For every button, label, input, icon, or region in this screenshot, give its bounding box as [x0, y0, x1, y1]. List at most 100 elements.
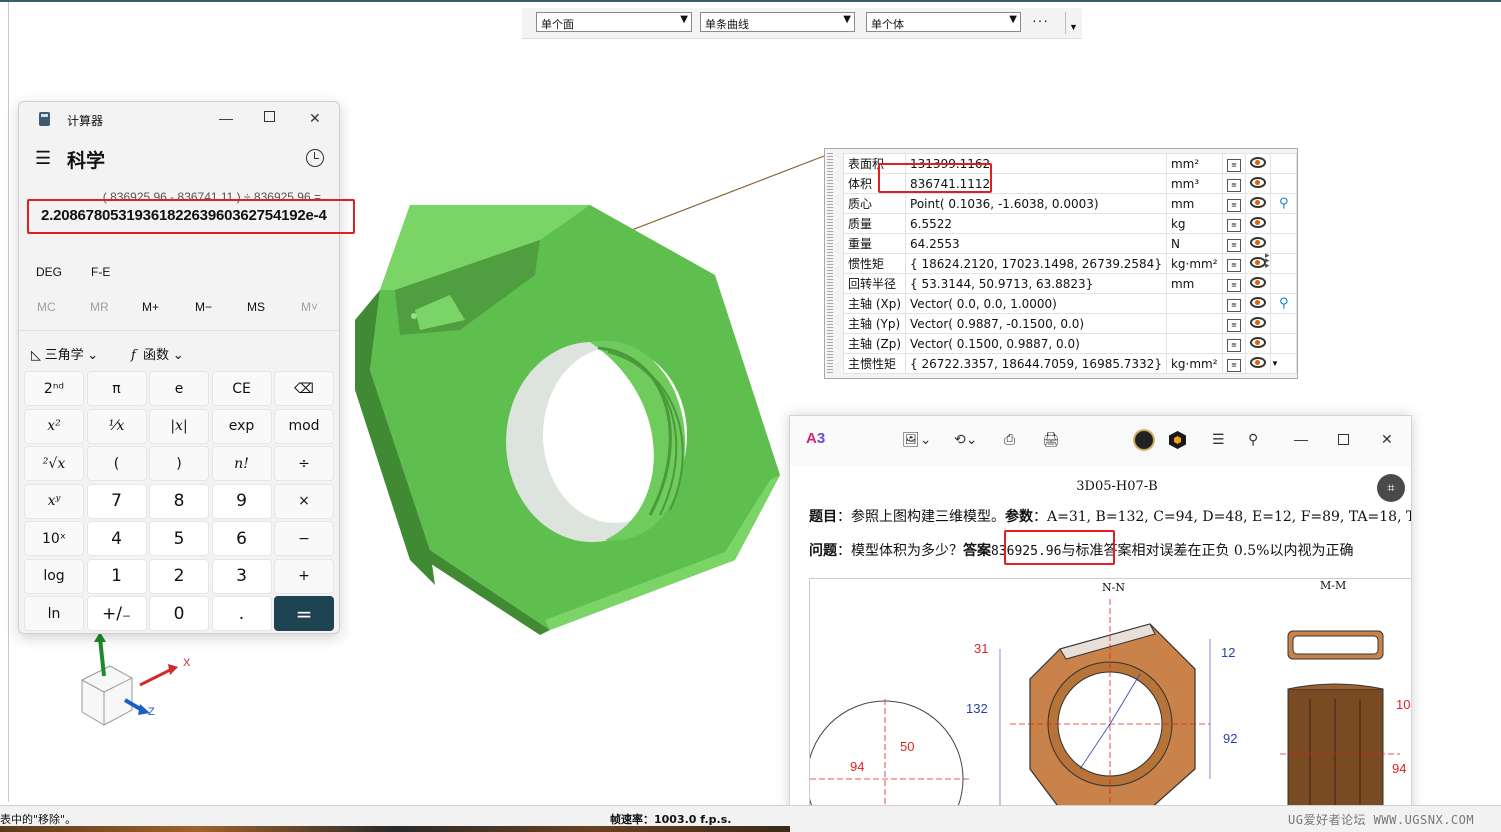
more-options-button[interactable]: ···	[1032, 12, 1049, 28]
maximize-icon[interactable]	[264, 111, 275, 122]
copy-icon[interactable]: ≡	[1227, 318, 1241, 332]
maximize-icon[interactable]	[1338, 434, 1349, 445]
visibility-icon[interactable]	[1250, 296, 1267, 308]
toolbar-overflow-icon[interactable]: ▼	[1069, 22, 1078, 32]
visibility-icon[interactable]	[1250, 316, 1267, 328]
copy-icon[interactable]: ≡	[1227, 278, 1241, 292]
curve-filter-select[interactable]: 单条曲线 ▼	[700, 12, 855, 32]
calculator-titlebar[interactable]: 计算器 — ✕	[19, 102, 339, 136]
calc-key[interactable]: 1	[86, 558, 147, 594]
property-row[interactable]: 质量 6.5522 kg ≡	[842, 213, 1297, 234]
calc-key[interactable]: log	[24, 558, 84, 594]
image-tool-icon[interactable]: 🖼⌄	[902, 431, 932, 448]
hex-nut-model[interactable]	[340, 180, 800, 640]
copy-icon[interactable]: ≡	[1227, 218, 1241, 232]
show-axis-icon[interactable]: ⚲	[1279, 196, 1289, 211]
scan-icon[interactable]: ⌗	[1377, 474, 1405, 502]
property-row[interactable]: 主轴 (Zp) Vector( 0.1500, 0.9887, 0.0) ≡	[842, 333, 1297, 354]
copy-icon[interactable]: ≡	[1227, 158, 1241, 172]
copy-icon[interactable]: ≡	[1227, 198, 1241, 212]
body-filter-select[interactable]: 单个体 ▼	[866, 12, 1021, 32]
calc-key[interactable]: CE	[211, 371, 272, 406]
printer-settings-icon[interactable]: 🖨	[1042, 431, 1060, 448]
visibility-icon[interactable]	[1250, 216, 1267, 228]
memory-recall-button[interactable]: MR	[90, 300, 109, 314]
calc-key[interactable]: e	[149, 371, 209, 406]
calc-key[interactable]: mod	[274, 408, 334, 444]
memory-list-button[interactable]: M˅	[301, 300, 318, 314]
show-axis-icon[interactable]: ⚲	[1279, 296, 1289, 311]
calc-key[interactable]: ⌫	[274, 371, 334, 406]
memory-clear-button[interactable]: MC	[37, 300, 56, 314]
calc-key[interactable]: xʸ	[24, 483, 84, 519]
calc-key[interactable]: π	[86, 371, 147, 406]
calc-key[interactable]: 8	[149, 483, 209, 519]
calc-key[interactable]: +	[274, 558, 334, 594]
coordinate-triad[interactable]	[70, 630, 200, 740]
visibility-icon[interactable]	[1250, 196, 1267, 208]
memory-subtract-button[interactable]: M−	[195, 300, 212, 314]
minimize-icon[interactable]: —	[219, 110, 233, 126]
calc-key[interactable]: 6	[211, 521, 272, 556]
property-row[interactable]: 回转半径{ 53.3144, 50.9713, 63.8823} mm ≡	[842, 273, 1297, 294]
calc-key[interactable]: 4	[86, 521, 147, 556]
calc-key[interactable]: n!	[211, 446, 272, 481]
property-row[interactable]: 质心 Point( 0.1036, -1.6038, 0.0003) mm ≡ ⚲	[842, 193, 1297, 214]
face-filter-select[interactable]: 单个面 ▼	[536, 12, 692, 32]
calc-key[interactable]: ×	[274, 483, 334, 519]
calc-key[interactable]: |x|	[149, 408, 209, 444]
calc-key[interactable]: ÷	[274, 446, 334, 481]
property-row[interactable]: 惯性矩{ 18624.2120, 17023.1498, 26739.2584}…	[842, 253, 1297, 274]
copy-icon[interactable]: ≡	[1227, 258, 1241, 272]
deg-toggle-button[interactable]: DEG	[36, 265, 62, 279]
property-row[interactable]: 主轴 (Xp) Vector( 0.0, 0.0, 1.0000) ≡ ⚲	[842, 293, 1297, 314]
visibility-icon[interactable]	[1250, 236, 1267, 248]
copy-icon[interactable]: ≡	[1227, 338, 1241, 352]
print-icon[interactable]: ⎙	[1004, 431, 1015, 448]
calc-key[interactable]: =	[274, 596, 334, 631]
pin-icon[interactable]: ⚲	[1248, 431, 1258, 448]
visibility-icon[interactable]	[1250, 336, 1267, 348]
close-icon[interactable]: ✕	[1381, 431, 1393, 448]
memory-store-button[interactable]: MS	[247, 300, 265, 314]
calc-key[interactable]: 2ⁿᵈ	[24, 371, 84, 406]
property-row[interactable]: 主轴 (Yp) Vector( 0.9887, -0.1500, 0.0) ≡	[842, 313, 1297, 334]
drag-handle[interactable]	[827, 153, 833, 373]
calc-key[interactable]: )	[149, 446, 209, 481]
plugin-icon[interactable]	[1169, 431, 1186, 449]
calc-key[interactable]: .	[211, 596, 272, 631]
calc-key[interactable]: x²	[24, 408, 84, 444]
scroll-down-icon[interactable]: ▼	[1271, 359, 1279, 368]
calc-key[interactable]: −	[274, 521, 334, 556]
property-row[interactable]: 主惯性矩{ 26722.3357, 18644.7059, 16985.7332…	[842, 353, 1297, 374]
property-row[interactable]: 重量 64.2553 N ≡	[842, 233, 1297, 254]
calc-key[interactable]: 3	[211, 558, 272, 594]
calc-key[interactable]: (	[86, 446, 147, 481]
visibility-icon[interactable]	[1250, 156, 1267, 168]
close-icon[interactable]: ✕	[309, 110, 321, 127]
calc-key[interactable]: +/₋	[86, 596, 147, 631]
memory-add-button[interactable]: M+	[142, 300, 159, 314]
rotate-tool-icon[interactable]: ⟲⌄	[954, 431, 977, 448]
history-icon[interactable]	[306, 149, 324, 167]
copy-icon[interactable]: ≡	[1227, 358, 1241, 372]
copy-icon[interactable]: ≡	[1227, 178, 1241, 192]
side-arrows-icon[interactable]: ▸ ▸ ▸	[1265, 251, 1270, 270]
function-dropdown[interactable]: f 函数 ⌄	[131, 344, 184, 363]
calc-key[interactable]: 10ˣ	[24, 521, 84, 556]
visibility-icon[interactable]	[1250, 276, 1267, 288]
calc-key[interactable]: 2	[149, 558, 209, 594]
trigonometry-dropdown[interactable]: ◺ 三角学 ⌄	[31, 344, 98, 363]
calc-key[interactable]: 0	[149, 596, 209, 631]
calc-key[interactable]: 9	[211, 483, 272, 519]
copy-icon[interactable]: ≡	[1227, 238, 1241, 252]
calc-key[interactable]: 5	[149, 521, 209, 556]
menu-icon[interactable]: ☰	[1212, 431, 1225, 448]
minimize-icon[interactable]: —	[1294, 431, 1308, 447]
hamburger-menu-icon[interactable]: ☰	[35, 148, 51, 169]
fe-toggle-button[interactable]: F-E	[91, 265, 110, 279]
visibility-icon[interactable]	[1250, 356, 1267, 368]
calc-key[interactable]: ¹⁄x	[86, 408, 147, 444]
calc-key[interactable]: ²√x	[24, 446, 84, 481]
visibility-icon[interactable]	[1250, 176, 1267, 188]
